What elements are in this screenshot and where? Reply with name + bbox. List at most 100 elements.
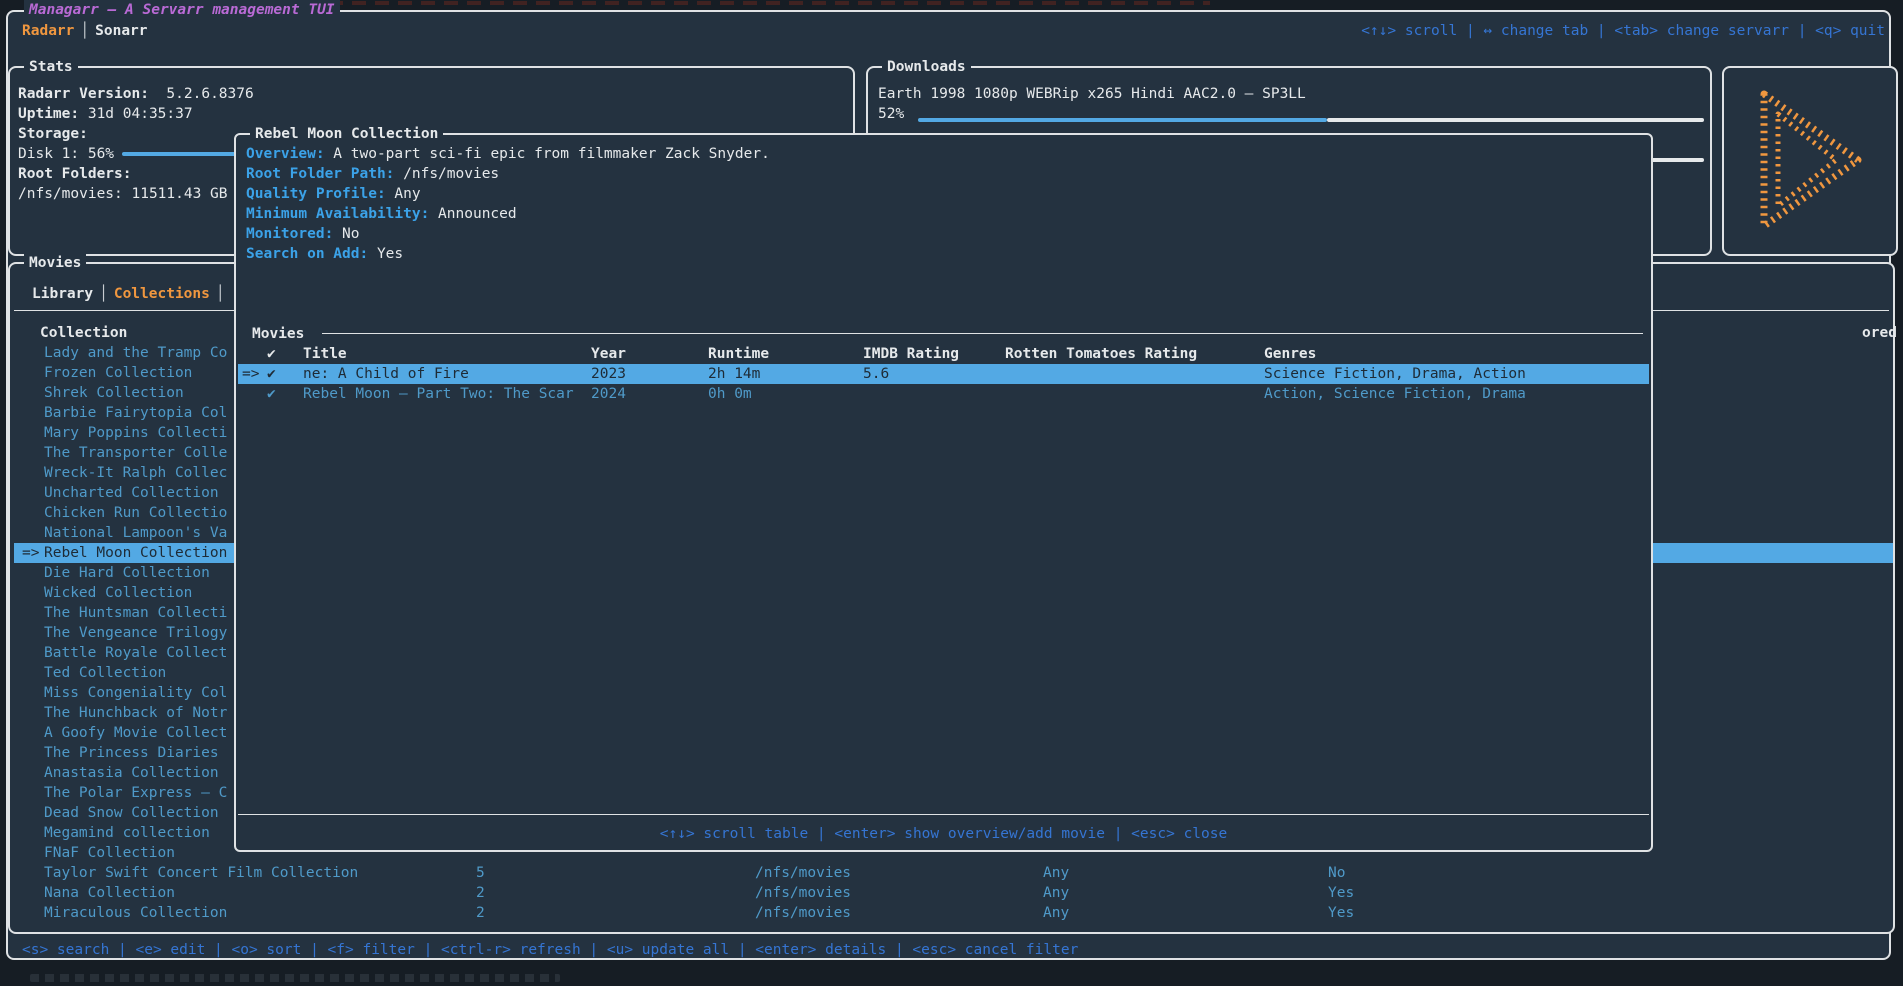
stats-version-label: Radarr Version: [18,86,149,102]
collection-root-folder: /nfs/movies [755,863,851,883]
movie-runtime: 2h 14m [708,364,760,384]
modal-column-header: Rotten Tomatoes Rating [1005,344,1197,364]
modal-field-value: Yes [368,246,403,262]
collection-title: The Polar Express – C [44,783,227,803]
collection-title: The Hunchback of Notr [44,703,227,723]
collection-title: The Vengeance Trilogy [44,623,227,643]
top-keybinds: <↑↓> scroll | ↔ change tab | <tab> chang… [1361,21,1885,41]
selected-row-marker: => [242,364,259,384]
stats-root-folder-value: /nfs/movies: 11511.43 GB [18,184,228,204]
bottom-keybinds: <s> search | <e> edit | <o> sort | <f> f… [22,940,1078,960]
collection-title: Shrek Collection [44,383,184,403]
tab-separator: │ [210,286,231,302]
collection-title: Wreck-It Ralph Collec [44,463,227,483]
collection-title: Wicked Collection [44,583,192,603]
collection-movie-count: 2 [476,903,485,923]
collection-title: Megamind collection [44,823,210,843]
tab-radarr[interactable]: Radarr [22,23,74,39]
collection-quality-profile: Any [1043,903,1069,923]
collection-title: Lady and the Tramp Co [44,343,227,363]
collection-title: Die Hard Collection [44,563,210,583]
collection-title: The Princess Diaries [44,743,219,763]
movie-year: 2024 [591,384,626,404]
modal-column-header: Year [591,344,626,364]
movie-title: ne: A Child of Fire [303,364,469,384]
modal-field-value: Announced [429,206,516,222]
collections-header: Collection [40,323,127,343]
monitored-header-fragment: ored [1862,323,1897,343]
stats-uptime: Uptime: 31d 04:35:37 [18,104,193,124]
movie-monitored-check: ✔ [267,364,276,384]
collection-monitored: Yes [1328,883,1354,903]
collection-root-folder: /nfs/movies [755,903,851,923]
collection-root-folder: /nfs/movies [755,883,851,903]
stats-storage-label: Storage: [18,124,88,144]
collection-title: A Goofy Movie Collect [44,723,227,743]
collection-title: The Huntsman Collecti [44,603,227,623]
tab-library[interactable]: Library [32,286,93,302]
tab-separator: │ [93,286,114,302]
stats-disk-label: Disk 1: 56% [18,146,114,162]
selected-row-marker: => [22,543,39,563]
terminal-screen: Managarr – A Servarr management TUI Rada… [0,0,1903,986]
modal-movie-row[interactable]: ✔Rebel Moon – Part Two: The Scar20240h 0… [238,384,1649,404]
modal-field: Root Folder Path: /nfs/movies [246,164,499,184]
modal-movie-row[interactable]: =>✔ne: A Child of Fire20232h 14m5.6Scien… [238,364,1649,384]
tab-collections[interactable]: Collections [114,286,210,302]
modal-footer-keybinds: <↑↓> scroll table | <enter> show overvie… [236,824,1651,844]
collection-movie-count: 2 [476,883,485,903]
collection-quality-profile: Any [1043,863,1069,883]
movie-monitored-check: ✔ [267,384,276,404]
collection-title: Chicken Run Collectio [44,503,227,523]
collection-title: Miraculous Collection [44,903,227,923]
collection-title: Frozen Collection [44,363,192,383]
movies-tabs: Library│Collections│ [32,284,231,304]
modal-field-value: /nfs/movies [394,166,499,182]
tab-sonarr[interactable]: Sonarr [95,23,147,39]
collection-title: Barbie Fairytopia Col [44,403,227,423]
stats-version-value: 5.2.6.8376 [166,86,253,102]
servarr-tabs: Radarr│Sonarr [22,21,148,41]
download-item-percent: 52% [878,104,904,124]
modal-table-bottom-rule [238,814,1649,815]
app-title: Managarr – A Servarr management TUI [24,0,340,20]
collection-movie-count: 5 [476,863,485,883]
modal-table-header-row: ✔TitleYearRuntimeIMDB RatingRotten Tomat… [238,344,1649,364]
modal-column-header: Genres [1264,344,1316,364]
download-progress-rest [1327,118,1704,122]
modal-field-label: Monitored: [246,226,333,242]
collection-monitored: Yes [1328,903,1354,923]
modal-field-label: Quality Profile: [246,186,386,202]
collection-title: Mary Poppins Collecti [44,423,227,443]
collection-row[interactable]: Miraculous Collection 2/nfs/movies Any Yes [14,903,1893,923]
downloads-panel-title: Downloads [882,57,971,77]
modal-title: Rebel Moon Collection [250,124,443,144]
collection-title: Uncharted Collection [44,483,219,503]
collection-title: Anastasia Collection [44,763,219,783]
modal-field-label: Overview: [246,146,325,162]
stats-disk-row: Disk 1: 56% [18,144,114,164]
movie-genres: Science Fiction, Drama, Action [1264,364,1526,384]
stats-root-folders-label: Root Folders: [18,164,132,184]
collection-row[interactable]: Taylor Swift Concert Film Collection 5/nf… [14,863,1893,883]
collection-title: Battle Royale Collect [44,643,227,663]
clipped-terminal-line-bottom [30,974,560,982]
modal-movies-title: Movies [252,324,304,344]
collection-title: National Lampoon's Va [44,523,227,543]
collection-title: Miss Congeniality Col [44,683,227,703]
collection-row[interactable]: Nana Collection 2/nfs/movies Any Yes [14,883,1893,903]
modal-movies-title-rule [322,333,1643,334]
movie-year: 2023 [591,364,626,384]
collection-quality-profile: Any [1043,883,1069,903]
download-progress-filled [918,118,1327,122]
modal-field: Search on Add: Yes [246,244,403,264]
collection-title: Nana Collection [44,883,175,903]
stats-uptime-label: Uptime: [18,106,79,122]
collection-title: Dead Snow Collection [44,803,219,823]
managarr-logo-icon [1724,68,1896,254]
movie-genres: Action, Science Fiction, Drama [1264,384,1526,404]
modal-field: Monitored: No [246,224,360,244]
collection-title: Taylor Swift Concert Film Collection [44,863,358,883]
movie-runtime: 0h 0m [708,384,752,404]
collection-monitored: No [1328,863,1345,883]
